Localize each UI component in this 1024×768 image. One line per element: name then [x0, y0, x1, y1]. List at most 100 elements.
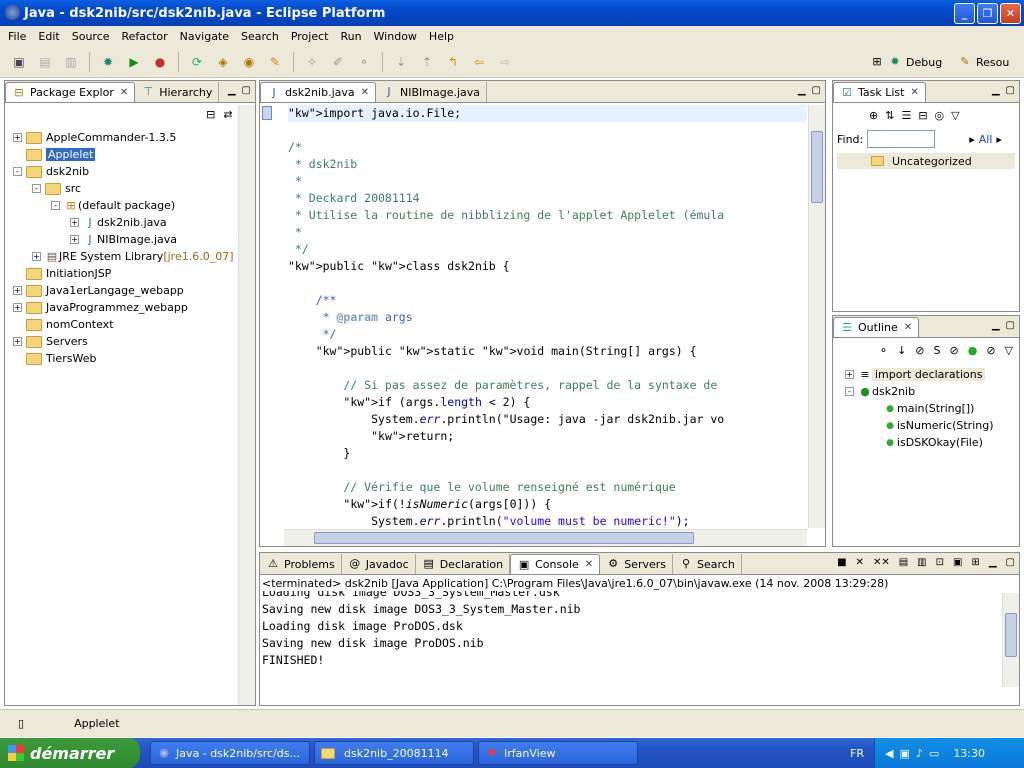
close-tab-icon[interactable]: ✕: [910, 87, 918, 98]
display-console-icon[interactable]: ▣: [953, 557, 962, 568]
minimize-view-icon[interactable]: ▁: [992, 85, 1000, 96]
categorize-icon[interactable]: ☰: [901, 109, 911, 122]
link-editor-icon[interactable]: ⇄: [223, 108, 232, 121]
expand-icon[interactable]: +: [13, 286, 22, 295]
find-input[interactable]: [867, 130, 936, 148]
fast-view-icon[interactable]: ▯: [18, 717, 24, 730]
expand-icon[interactable]: -: [13, 167, 22, 176]
tree-item[interactable]: InitiationJSP: [7, 265, 253, 282]
outline-item[interactable]: + ≡ import declarations: [841, 366, 994, 383]
focus-icon[interactable]: ◎: [935, 109, 945, 122]
view-menu-icon[interactable]: ▽: [951, 109, 959, 122]
tab-hierarchy[interactable]: ⊤ Hierarchy: [135, 82, 220, 102]
tree-item[interactable]: + Servers: [7, 333, 253, 350]
language-indicator[interactable]: FR: [850, 747, 864, 760]
tree-item[interactable]: Applelet: [7, 146, 253, 163]
minimize-view-icon[interactable]: ▁: [798, 85, 806, 96]
maximize-view-icon[interactable]: ▢: [812, 85, 821, 96]
open-type-icon[interactable]: ✎: [264, 51, 286, 73]
tab-javadoc[interactable]: @ Javadoc: [342, 554, 416, 574]
last-edit-icon[interactable]: ↰: [442, 51, 464, 73]
prev-annotation-icon[interactable]: ⇡: [416, 51, 438, 73]
taskbar-item-irfanview[interactable]: ✱ IrfanView: [478, 741, 638, 765]
hide-non-public-icon[interactable]: ⊘: [949, 344, 958, 357]
tab-dsk2nib-java[interactable]: J dsk2nib.java ✕: [260, 82, 377, 102]
menu-file[interactable]: File: [2, 30, 32, 43]
save-icon[interactable]: ▤: [34, 51, 56, 73]
outline-item[interactable]: ● isNumeric(String): [841, 417, 993, 434]
menu-help[interactable]: Help: [423, 30, 460, 43]
view-menu-icon[interactable]: ▽: [1005, 344, 1013, 357]
tree-item[interactable]: + J NIBImage.java: [7, 231, 253, 248]
maximize-view-icon[interactable]: ▢: [1006, 557, 1015, 568]
outline-item[interactable]: - ● dsk2nib: [841, 383, 994, 400]
taskbar-item-folder[interactable]: dsk2nib_20081114: [314, 741, 474, 765]
remove-launch-icon[interactable]: ✕: [856, 557, 864, 568]
new-icon[interactable]: ▣: [8, 51, 30, 73]
volume-icon[interactable]: ♪: [916, 747, 923, 760]
hide-fields-icon[interactable]: ⊘: [915, 344, 924, 357]
tree-item[interactable]: - ⊞ (default package): [7, 197, 253, 214]
tab-package-explorer[interactable]: ⊟ Package Explor ✕: [5, 82, 136, 102]
start-button[interactable]: démarrer: [0, 738, 140, 768]
tray-expand-icon[interactable]: ◀: [885, 747, 893, 760]
minimize-view-icon[interactable]: ▁: [992, 320, 1000, 331]
next-annotation-icon[interactable]: ⇣: [390, 51, 412, 73]
code-area[interactable]: "kw">import java.io.File; /* * dsk2nib * …: [288, 105, 807, 528]
tab-servers[interactable]: ⚙ Servers: [600, 554, 673, 574]
minimize-view-icon[interactable]: ▁: [989, 557, 997, 568]
tree-item[interactable]: - src: [7, 180, 253, 197]
maximize-view-icon[interactable]: ▢: [1006, 85, 1015, 96]
minimize-view-icon[interactable]: ▁: [228, 85, 236, 96]
expand-icon[interactable]: +: [13, 303, 22, 312]
terminate-icon[interactable]: ■: [837, 557, 846, 568]
display-icon[interactable]: ▭: [929, 747, 939, 760]
remove-all-icon[interactable]: ✕✕: [873, 557, 890, 568]
category-row[interactable]: Uncategorized: [837, 153, 1015, 169]
public-members-icon[interactable]: ●: [968, 344, 978, 357]
menu-run[interactable]: Run: [334, 30, 367, 43]
back-icon[interactable]: ⇦: [468, 51, 490, 73]
tree-item[interactable]: + Java1erLangage_webapp: [7, 282, 253, 299]
open-console-icon[interactable]: ⊞: [971, 557, 979, 568]
menu-project[interactable]: Project: [285, 30, 335, 43]
close-tab-icon[interactable]: ✕: [585, 559, 593, 570]
collapse-icon[interactable]: ⊟: [918, 109, 927, 122]
new-package-icon[interactable]: ◈: [212, 51, 234, 73]
tree-item[interactable]: TiersWeb: [7, 350, 253, 367]
new-java-project-icon[interactable]: ⟳: [186, 51, 208, 73]
outline-item[interactable]: ● isDSKOkay(File): [841, 434, 994, 451]
perspective-debug[interactable]: ⊞ ✹ Debug: [870, 50, 942, 74]
network-icon[interactable]: ▣: [899, 747, 909, 760]
all-filter[interactable]: All: [979, 133, 993, 146]
pin-console-icon[interactable]: ⊡: [936, 557, 944, 568]
menu-navigate[interactable]: Navigate: [174, 30, 235, 43]
editor-horizontal-scrollbar[interactable]: [284, 529, 807, 546]
close-tab-icon[interactable]: ✕: [120, 87, 128, 98]
print-icon[interactable]: ▥: [60, 51, 82, 73]
sync-icon[interactable]: ⚬: [879, 344, 888, 357]
expand-icon[interactable]: +: [13, 337, 22, 346]
clear-console-icon[interactable]: ▤: [899, 557, 908, 568]
new-task-icon[interactable]: ⊕: [869, 109, 878, 122]
close-tab-icon[interactable]: ✕: [361, 87, 369, 98]
menu-source[interactable]: Source: [66, 30, 116, 43]
maximize-view-icon[interactable]: ▢: [242, 85, 251, 96]
maximize-button[interactable]: ❐: [977, 3, 998, 24]
tree-item[interactable]: + JavaProgrammez_webapp: [7, 299, 253, 316]
menu-search[interactable]: Search: [235, 30, 285, 43]
synchronize-icon[interactable]: ⇅: [885, 109, 894, 122]
window-titlebar[interactable]: Java - dsk2nib/src/dsk2nib.java - Eclips…: [0, 0, 1024, 26]
tree-item[interactable]: + Jdsk2nib.java: [7, 214, 253, 231]
expand-icon[interactable]: +: [70, 218, 79, 227]
annotation-icon[interactable]: ✧: [301, 51, 323, 73]
expand-icon[interactable]: +: [70, 235, 79, 244]
perspective-resource[interactable]: ✎ Resou: [958, 50, 1009, 74]
tree-item[interactable]: + ▤ JRE System Library [jre1.6.0_07]: [7, 248, 253, 265]
forward-icon[interactable]: ⇨: [494, 51, 516, 73]
scroll-lock-icon[interactable]: ▥: [917, 557, 926, 568]
toggle-icon[interactable]: ⚬: [353, 51, 375, 73]
debug-run-icon[interactable]: ✹: [97, 51, 119, 73]
tab-search[interactable]: ⚲ Search: [673, 554, 742, 574]
console-vertical-scrollbar[interactable]: [1002, 593, 1019, 687]
